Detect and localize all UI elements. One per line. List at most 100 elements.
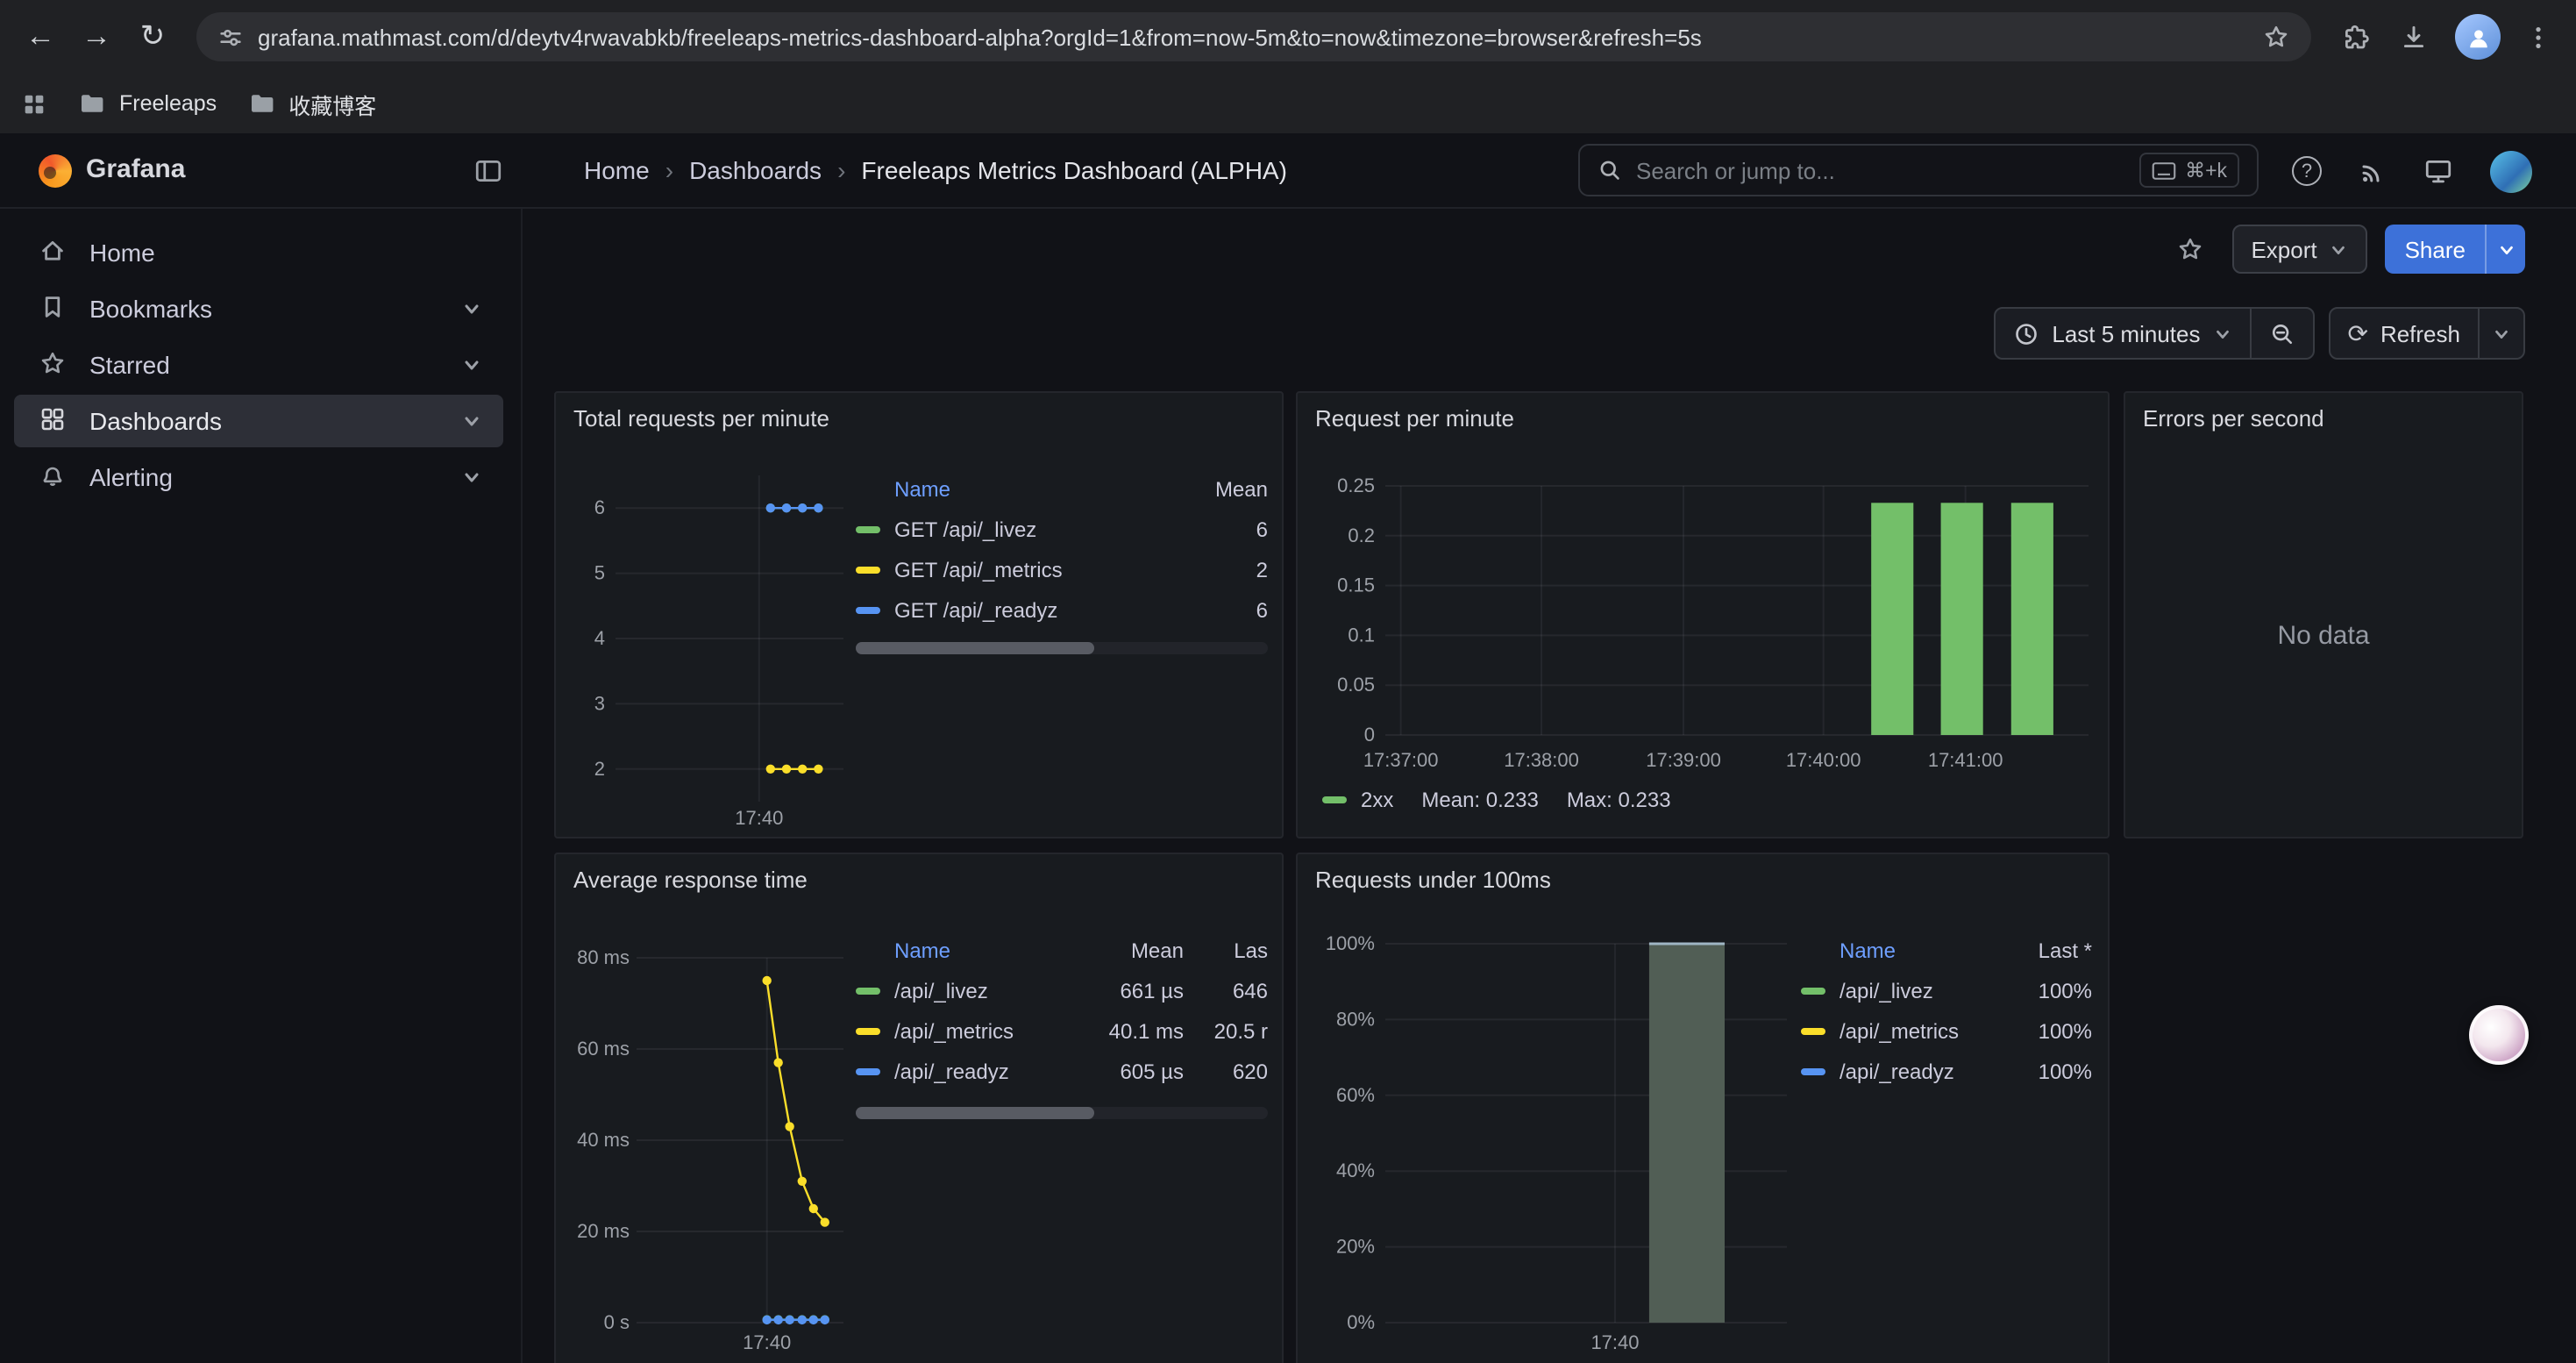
url-bar[interactable] — [196, 12, 2311, 61]
svg-text:80%: 80% — [1336, 1008, 1375, 1030]
share-label[interactable]: Share — [2386, 225, 2485, 274]
refresh-button[interactable]: ⟳ Refresh — [2330, 309, 2478, 358]
grafana-app: Grafana Home › Dashboards › Freeleaps Me… — [0, 133, 2576, 1363]
sidebar-item-home[interactable]: Home — [14, 226, 503, 279]
dashboards-icon — [39, 404, 67, 438]
legend-row[interactable]: /api/_readyz605 µs620 — [856, 1051, 1268, 1091]
panel-title[interactable]: Errors per second — [2143, 405, 2324, 432]
site-info-icon[interactable] — [217, 24, 244, 50]
sidebar-item-label: Home — [89, 239, 155, 267]
request-per-minute-chart[interactable]: 17:37:0017:38:0017:39:0017:40:0017:41:00… — [1305, 446, 2104, 779]
series-point — [809, 1204, 818, 1213]
brand-title: Grafana — [86, 154, 185, 184]
floating-avatar[interactable] — [2469, 1005, 2529, 1065]
series-point — [798, 503, 807, 512]
series-color-dash — [856, 1067, 880, 1074]
svg-text:17:40: 17:40 — [743, 1331, 791, 1353]
apps-grid-icon[interactable] — [21, 90, 47, 117]
legend-row[interactable]: /api/_metrics100% — [1801, 1010, 2092, 1051]
legend-series-name: 2xx — [1361, 788, 1393, 812]
series-color-dash — [1801, 987, 1825, 994]
folder-icon — [248, 89, 276, 118]
grafana-header: Grafana Home › Dashboards › Freeleaps Me… — [0, 133, 2576, 209]
legend-row[interactable]: /api/_metrics40.1 ms20.5 r — [856, 1010, 1268, 1051]
user-avatar[interactable] — [2490, 150, 2532, 192]
search-input[interactable] — [1636, 157, 2125, 183]
download-icon[interactable] — [2399, 22, 2429, 52]
total-requests-chart[interactable]: 17:4065432 — [563, 446, 854, 835]
average-response-time-chart[interactable]: 17:4080 ms60 ms40 ms20 ms0 s — [563, 907, 854, 1363]
refresh-icon: ⟳ — [2347, 318, 2367, 348]
series-point — [809, 1316, 818, 1324]
sidebar-item-label: Starred — [89, 351, 170, 379]
sidebar-item-alerting[interactable]: Alerting — [14, 451, 503, 503]
legend-header[interactable]: NameMean — [856, 470, 1268, 509]
chevron-down-icon[interactable] — [461, 298, 482, 319]
legend-row[interactable]: GET /api/_metrics2 — [856, 549, 1268, 589]
svg-text:60 ms: 60 ms — [577, 1038, 630, 1060]
chevron-down-icon — [2330, 239, 2349, 259]
panel-title[interactable]: Total requests per minute — [573, 405, 829, 432]
bar-legend[interactable]: 2xx Mean: 0.233 Max: 0.233 — [1322, 788, 1671, 812]
breadcrumb-dashboards[interactable]: Dashboards — [689, 156, 822, 184]
extensions-icon[interactable] — [2341, 22, 2371, 52]
legend-header[interactable]: NameLast * — [1801, 931, 2092, 970]
chevron-down-icon[interactable] — [461, 354, 482, 375]
bookmark-item-freeleaps[interactable]: Freeleaps — [79, 89, 217, 118]
favorite-star-icon[interactable] — [2175, 235, 2203, 263]
star-icon — [39, 348, 67, 382]
scrollbar-thumb[interactable] — [856, 1107, 1095, 1119]
export-button[interactable]: Export — [2231, 225, 2367, 274]
url-input[interactable] — [258, 24, 2248, 50]
reload-icon[interactable]: ↻ — [126, 11, 179, 63]
svg-text:80 ms: 80 ms — [577, 946, 630, 968]
bookmarks-bar: Freeleaps 收藏博客 — [0, 74, 2576, 133]
series-point — [798, 1177, 807, 1186]
panel-title[interactable]: Requests under 100ms — [1315, 867, 1551, 893]
breadcrumb-home[interactable]: Home — [584, 156, 650, 184]
panel-errors-per-second: Errors per second No data — [2124, 391, 2523, 838]
legend-header[interactable]: NameMeanLas — [856, 931, 1268, 970]
browser-menu-icon[interactable] — [2525, 24, 2551, 50]
svg-text:0.15: 0.15 — [1337, 574, 1375, 596]
sidebar-item-starred[interactable]: Starred — [14, 339, 503, 391]
legend-row[interactable]: GET /api/_livez6 — [856, 509, 1268, 549]
svg-text:20 ms: 20 ms — [577, 1220, 630, 1242]
legend-row[interactable]: /api/_readyz100% — [1801, 1051, 2092, 1091]
grafana-logo[interactable] — [39, 154, 72, 188]
svg-text:0: 0 — [1364, 724, 1375, 746]
bookmark-icon — [39, 292, 67, 325]
legend-row[interactable]: /api/_livez661 µs646 — [856, 970, 1268, 1010]
refresh-interval-chevron[interactable] — [2480, 309, 2523, 358]
search-box[interactable]: ⌘+k — [1578, 144, 2259, 196]
sidebar-item-bookmarks[interactable]: Bookmarks — [14, 282, 503, 335]
series-color-dash — [856, 987, 880, 994]
profile-avatar[interactable] — [2455, 14, 2501, 60]
browser-toolbar: ← → ↻ — [0, 0, 2576, 74]
chevron-down-icon[interactable] — [461, 410, 482, 432]
news-rss-icon[interactable] — [2359, 157, 2387, 185]
bookmark-star-icon[interactable] — [2262, 23, 2290, 51]
forward-icon[interactable]: → — [70, 11, 123, 63]
sidebar-toggle-icon[interactable] — [473, 156, 503, 195]
svg-text:17:41:00: 17:41:00 — [1928, 749, 2003, 771]
panel-title[interactable]: Average response time — [573, 867, 808, 893]
share-button[interactable]: Share — [2386, 225, 2525, 274]
scrollbar-thumb[interactable] — [856, 642, 1095, 654]
sidebar-item-dashboards[interactable]: Dashboards — [14, 395, 503, 447]
panel-title[interactable]: Request per minute — [1315, 405, 1514, 432]
svg-text:17:40:00: 17:40:00 — [1786, 749, 1861, 771]
zoom-out-button[interactable] — [2251, 309, 2312, 358]
legend-scrollbar[interactable] — [856, 1107, 1268, 1119]
legend-scrollbar[interactable] — [856, 642, 1268, 654]
chevron-down-icon[interactable] — [461, 467, 482, 488]
bookmark-item-blogs[interactable]: 收藏博客 — [248, 87, 376, 120]
help-icon[interactable]: ? — [2292, 156, 2322, 186]
time-range-button[interactable]: Last 5 minutes — [1996, 309, 2249, 358]
legend-row[interactable]: /api/_livez100% — [1801, 970, 2092, 1010]
display-icon[interactable] — [2423, 156, 2453, 186]
legend-row[interactable]: GET /api/_readyz6 — [856, 589, 1268, 630]
share-menu-chevron[interactable] — [2485, 225, 2525, 274]
back-icon[interactable]: ← — [14, 11, 67, 63]
requests-under-100ms-chart[interactable]: 17:40100%80%60%40%20%0% — [1305, 907, 1796, 1363]
